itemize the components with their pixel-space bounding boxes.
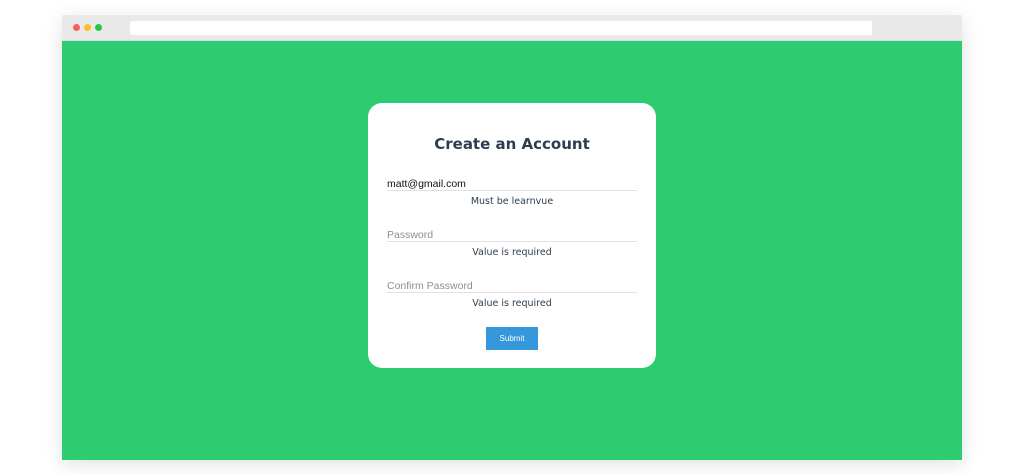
email-field-wrapper [387,174,637,192]
submit-button[interactable]: Submit [486,327,538,350]
page-viewport: Create an Account Must be learnvue Value… [62,41,962,460]
maximize-window-dot-icon[interactable] [95,24,102,31]
form-title: Create an Account [434,135,590,153]
email-error-message: Must be learnvue [470,196,554,207]
password-field[interactable] [387,227,637,243]
browser-toolbar [62,15,962,41]
signup-card: Create an Account Must be learnvue Value… [368,103,656,368]
password-field-wrapper [387,225,637,243]
email-field[interactable] [387,176,637,192]
close-window-dot-icon[interactable] [73,24,80,31]
minimize-window-dot-icon[interactable] [84,24,91,31]
confirm-password-field-wrapper [387,276,637,294]
browser-window: Create an Account Must be learnvue Value… [62,15,962,460]
password-error-message: Value is required [472,247,552,258]
address-bar[interactable] [130,21,872,35]
confirm-password-error-message: Value is required [472,298,552,309]
confirm-password-field[interactable] [387,278,637,294]
